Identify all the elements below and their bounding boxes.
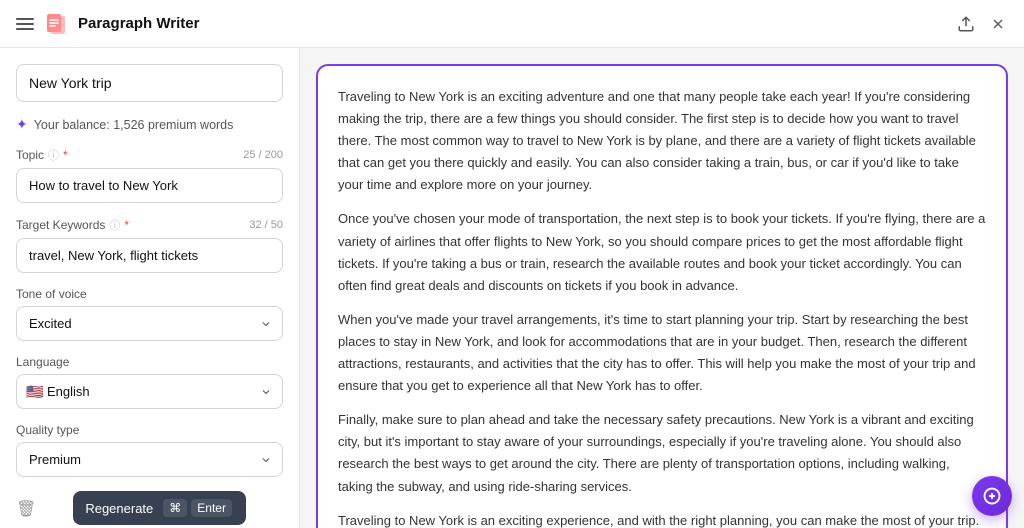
cmd-key: ⌘ — [163, 499, 187, 517]
menu-icon[interactable] — [16, 18, 34, 30]
language-label: Language — [16, 355, 283, 369]
card1-para2: Once you've chosen your mode of transpor… — [338, 208, 986, 296]
language-select[interactable]: English Spanish French German — [16, 374, 283, 409]
content-area: Traveling to New York is an exciting adv… — [300, 48, 1024, 528]
tone-label: Tone of voice — [16, 287, 283, 301]
app-title: Paragraph Writer — [78, 15, 199, 32]
close-icon[interactable] — [988, 14, 1008, 34]
card1-para3: When you've made your travel arrangement… — [338, 309, 986, 397]
sidebar: ✦ Your balance: 1,526 premium words Topi… — [0, 48, 300, 528]
topic-info-icon[interactable]: ⓘ — [48, 147, 59, 163]
header-left: Paragraph Writer — [16, 12, 199, 36]
diamond-icon: ✦ — [16, 116, 28, 133]
main-layout: ✦ Your balance: 1,526 premium words Topi… — [0, 48, 1024, 528]
keywords-info-icon[interactable]: ⓘ — [109, 217, 120, 233]
keywords-group: Target Keywords ⓘ * 32 / 50 — [16, 217, 283, 273]
topic-group: Topic ⓘ * 25 / 200 — [16, 147, 283, 203]
bottom-controls: 🗑 Regenerate ⌘ Enter ▲ 3 ▼ Outputs Regen… — [16, 491, 283, 528]
result-card-1: Traveling to New York is an exciting adv… — [316, 64, 1008, 528]
floating-action-button[interactable] — [972, 476, 1012, 516]
topic-label: Topic ⓘ * 25 / 200 — [16, 147, 283, 163]
topic-input[interactable] — [16, 168, 283, 203]
tone-select[interactable]: Excited Professional Casual Friendly — [16, 306, 283, 341]
card1-para1: Traveling to New York is an exciting adv… — [338, 86, 986, 196]
quality-select[interactable]: Premium Standard — [16, 442, 283, 477]
enter-key: Enter — [191, 499, 232, 517]
keywords-input[interactable] — [16, 238, 283, 273]
card1-para5: Traveling to New York is an exciting exp… — [338, 510, 986, 528]
regen-shortcut: Regenerate ⌘ Enter — [73, 491, 246, 525]
keywords-label: Target Keywords ⓘ * 32 / 50 — [16, 217, 283, 233]
trash-icon[interactable]: 🗑 — [16, 499, 36, 519]
balance-display: ✦ Your balance: 1,526 premium words — [16, 116, 283, 133]
balance-text: Your balance: 1,526 premium words — [34, 118, 234, 132]
language-select-wrapper: 🇺🇸 English Spanish French German — [16, 374, 283, 409]
tone-group: Tone of voice Excited Professional Casua… — [16, 287, 283, 341]
header-right — [956, 14, 1008, 34]
quality-label: Quality type — [16, 423, 283, 437]
app-logo — [44, 12, 68, 36]
upload-icon[interactable] — [956, 14, 976, 34]
language-group: Language 🇺🇸 English Spanish French Germa… — [16, 355, 283, 409]
card1-para4: Finally, make sure to plan ahead and tak… — [338, 409, 986, 497]
doc-title-input[interactable] — [16, 64, 283, 102]
quality-group: Quality type Premium Standard — [16, 423, 283, 477]
app-header: Paragraph Writer — [0, 0, 1024, 48]
